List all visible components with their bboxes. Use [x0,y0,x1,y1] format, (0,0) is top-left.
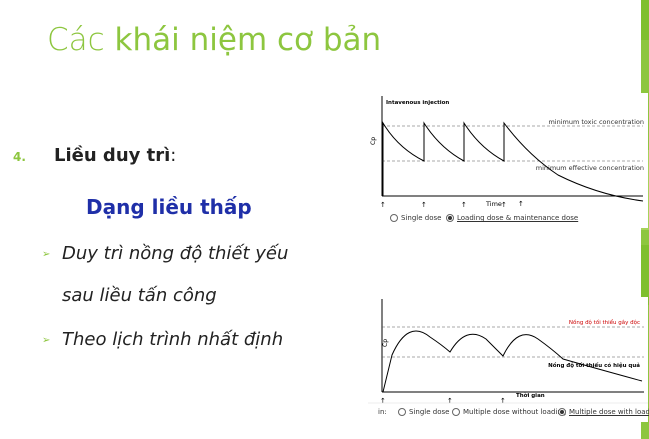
chart-multiple-dose-plot: Cp Nồng độ tối thiểu gây độc Nồng độ tối… [368,297,648,422]
radio-icon[interactable] [452,408,460,416]
svg-text:↑: ↑ [421,201,427,209]
radio-selected-icon[interactable] [558,408,566,416]
svg-text:↑: ↑ [380,201,386,209]
svg-text:↑: ↑ [461,201,467,209]
chart-xlabel: Thời gian [516,392,545,399]
chart-ylabel: Cp [382,339,389,347]
chart-intravenous: Intavenous injection Cp minimum toxic co… [368,93,648,228]
bullet-text: Theo lịch trình nhất định [62,329,284,350]
bullet-item: ➢ Theo lịch trình nhất định [42,329,283,350]
option-label: Multiple dose with loading [569,408,649,416]
option-label: Loading dose & maintenance dose [457,214,579,222]
svg-text:↑: ↑ [500,397,506,405]
option-loading-maintenance[interactable]: Loading dose & maintenance dose [446,214,578,222]
bullet-arrow-icon: ➢ [42,248,51,260]
radio-icon[interactable] [398,408,406,416]
title-main: khái niệm cơ bản [114,22,382,58]
option-label: Multiple dose without loading [463,408,567,416]
sub-heading: Dạng liều thấp [86,195,252,219]
radio-icon[interactable] [390,214,398,222]
chart-intravenous-plot: Intavenous injection Cp minimum toxic co… [368,93,648,228]
options-prefix: in: [378,408,387,416]
bullet-item: ➢ Duy trì nồng độ thiết yếu [42,243,288,264]
option-single-dose[interactable]: Single dose [390,214,441,222]
chart-multiple-dose: Cp Nồng độ tối thiểu gây độc Nồng độ tối… [368,297,649,422]
option-label: Single dose [401,214,442,222]
option-label: Single dose [409,408,450,416]
bullet-continuation: sau liều tấn công [62,285,217,306]
item-heading: Liều duy trì: [54,145,176,166]
svg-text:↑: ↑ [447,397,453,405]
item-heading-text: Liều duy trì [54,145,171,166]
chart-xlabel: Time [485,200,502,208]
item-heading-colon: : [170,145,177,166]
option-multiple-without-loading[interactable]: Multiple dose without loading [452,408,566,416]
item-number: 4. [13,150,26,164]
bullet-arrow-icon: ➢ [42,334,51,346]
svg-text:↑: ↑ [380,397,386,405]
title-prefix: Các [47,22,115,58]
chart-top-line-label: minimum toxic concentration [548,118,644,126]
chart-header: Intavenous injection [386,100,449,106]
svg-text:↑: ↑ [518,200,524,208]
radio-selected-icon[interactable] [446,214,454,222]
option-single-dose[interactable]: Single dose [398,408,449,416]
bullet-text: Duy trì nồng độ thiết yếu [62,243,289,264]
slide-title: Các khái niệm cơ bản [47,22,381,58]
chart-ylabel: Cp [370,137,377,145]
option-multiple-with-loading[interactable]: Multiple dose with loading [558,408,649,416]
chart-top-line-label: Nồng độ tối thiểu gây độc [569,318,640,326]
